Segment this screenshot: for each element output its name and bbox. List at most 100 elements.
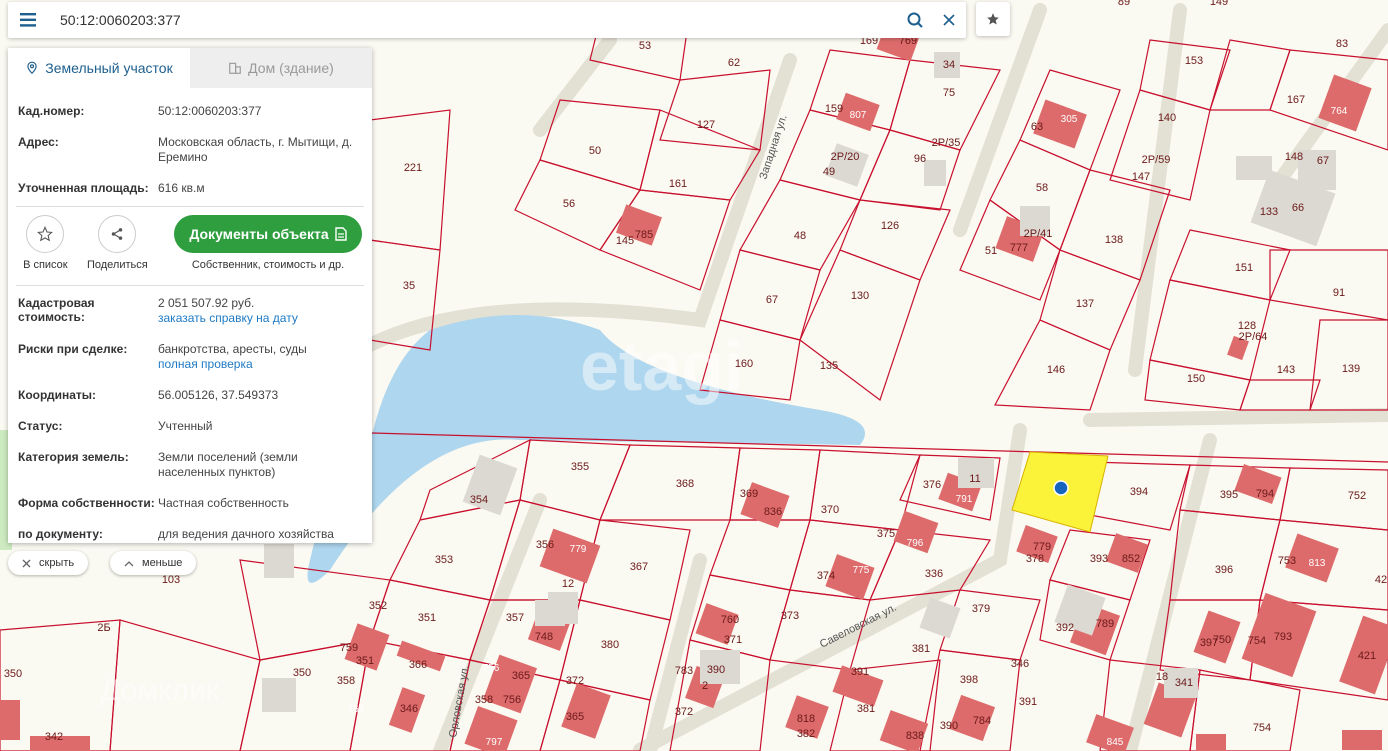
tab-building[interactable]: Дом (здание)	[190, 48, 372, 88]
parcel-number-label: 791	[956, 494, 973, 505]
parcel-number-label: 50	[589, 145, 601, 157]
location-pin-icon	[27, 61, 37, 75]
status-row: Статус: Учтенный	[8, 419, 372, 434]
search-button[interactable]	[898, 2, 932, 38]
by-doc-row: по документу: для ведения дачного хозяйс…	[8, 527, 372, 542]
parcel-number-label: 305	[1061, 114, 1078, 125]
parcel-number-label: 89	[1118, 0, 1130, 8]
parcel-number-label: 352	[369, 600, 387, 612]
cad-value-block: 2 051 507.92 руб. заказать справку на да…	[158, 296, 362, 326]
parcel-number-label: 794	[1256, 488, 1274, 500]
add-to-list-label: В список	[23, 259, 68, 271]
parcel-number-label: 2P/64	[1239, 331, 1268, 343]
parcel-number-label: 91	[1333, 287, 1345, 299]
parcel-number-label: 391	[851, 666, 869, 678]
field-label: Риски при сделке:	[18, 342, 128, 356]
parcel-number-label: 2P/41	[1024, 228, 1053, 240]
domclick-watermark: Домклик	[100, 674, 220, 707]
parcel-number-label: 358	[337, 675, 355, 687]
parcel-number-label: 96	[914, 153, 926, 165]
documents-block: Документы объекта Собственник, стоимость…	[174, 215, 362, 271]
address-value: Московская область, г. Мытищи, д. Еремин…	[158, 135, 353, 164]
share-button[interactable]: Поделиться	[85, 215, 150, 271]
parcel-number-label: 160	[735, 358, 753, 370]
search-input[interactable]: 50:12:0060203:377	[60, 12, 898, 28]
clear-button[interactable]	[932, 2, 966, 38]
parcel-number-label: 358	[475, 694, 493, 706]
parcel-number-label: 2P/59	[1142, 154, 1171, 166]
field-label: Категория земель:	[18, 450, 129, 464]
cad-value-row: Кадастровая стоимость: 2 051 507.92 руб.…	[8, 296, 372, 326]
parcel-number-label: 852	[1122, 553, 1140, 565]
parcel-number-label: 370	[821, 504, 839, 516]
parcel-number-label: 391	[1019, 696, 1037, 708]
hide-panel-button[interactable]: скрыть	[8, 551, 89, 575]
parcel-number-label: 350	[4, 668, 22, 680]
parcel-number-label: 66	[1292, 202, 1304, 214]
parcel-number-label: 367	[630, 561, 648, 573]
documents-button[interactable]: Документы объекта	[174, 215, 362, 253]
parcel-number-label: 769	[348, 704, 365, 715]
share-circle	[98, 215, 137, 253]
parcel-number-label: 754	[1253, 722, 1271, 734]
parcel-number-label: 56	[563, 198, 575, 210]
parcel-number-label: 140	[1158, 112, 1176, 124]
add-to-list-button[interactable]: В список	[18, 215, 73, 271]
coords-value: 56.005126, 37.549373	[158, 388, 279, 402]
parcel-number-label: 67	[1317, 155, 1329, 167]
add-to-list-circle	[26, 215, 65, 253]
parcel-number-label: 365	[566, 711, 584, 723]
parcel-number-label: 373	[781, 610, 799, 622]
parcel-number-label: 365	[512, 670, 530, 682]
search-icon	[907, 12, 923, 28]
parcel-number-label: 372	[675, 706, 693, 718]
parcel-number-label: 153	[1185, 55, 1203, 67]
parcel-number-label: 394	[1130, 486, 1148, 498]
parcel-number-label: 753	[1278, 555, 1296, 567]
field-label: Уточненная площадь:	[18, 181, 149, 195]
parcel-number-label: 382	[797, 728, 815, 740]
cadnum-link[interactable]: 50:12:0060203:377	[158, 104, 362, 119]
documents-button-label: Документы объекта	[189, 226, 329, 242]
risks-row: Риски при сделке: банкротства, аресты, с…	[8, 342, 372, 372]
parcel-number-label: 756	[503, 694, 521, 706]
parcel-number-label: 759	[340, 642, 358, 654]
parcel-number-label: 103	[162, 574, 180, 586]
field-label: Форма собственности:	[18, 496, 155, 510]
menu-button[interactable]	[8, 2, 48, 38]
parcel-number-label: 148	[1285, 151, 1303, 163]
favorites-button[interactable]	[976, 2, 1010, 36]
full-check-link[interactable]: полная проверка	[158, 357, 362, 372]
parcel-number-label: 838	[906, 730, 924, 742]
parcel-number-label: 130	[851, 290, 869, 302]
field-label: Кадастровая стоимость:	[18, 296, 95, 324]
parcel-number-label: 83	[1336, 38, 1348, 50]
parcel-number-label: 336	[925, 568, 943, 580]
less-button[interactable]: меньше	[110, 551, 197, 575]
tab-land-plot[interactable]: Земельный участок	[8, 48, 190, 88]
parcel-number-label: 67	[766, 294, 778, 306]
tab-label: Дом (здание)	[248, 60, 334, 76]
ownership-value: Частная собственность	[158, 496, 289, 510]
parcel-number-label: 845	[1107, 737, 1124, 748]
by-doc-value: для ведения дачного хозяйства	[158, 527, 334, 541]
parcel-number-label: 346	[400, 703, 418, 715]
parcel-number-label: 378	[1026, 553, 1044, 565]
parcel-number-label: 398	[960, 674, 978, 686]
parcel-number-label: 167	[1287, 94, 1305, 106]
status-value: Учтенный	[158, 419, 213, 433]
parcel-number-label: 783	[675, 665, 693, 677]
parcel-number-label: 756	[483, 663, 500, 674]
category-value: Земли поселений (земли населенных пункто…	[158, 450, 298, 479]
parcel-number-label: 145	[616, 235, 634, 247]
parcel-number-label: 371	[724, 634, 742, 646]
field-label: Адрес:	[18, 135, 59, 149]
order-certificate-link[interactable]: заказать справку на дату	[158, 311, 362, 326]
parcel-number-label: 48	[794, 230, 806, 242]
area-row: Уточненная площадь: 616 кв.м	[8, 181, 372, 196]
parcel-number-label: 341	[1175, 677, 1193, 689]
parcel-number-label: 750	[1213, 634, 1231, 646]
parcel-number-label: 392	[1056, 622, 1074, 634]
parcel-number-label: 818	[797, 713, 815, 725]
share-label: Поделиться	[86, 259, 148, 271]
